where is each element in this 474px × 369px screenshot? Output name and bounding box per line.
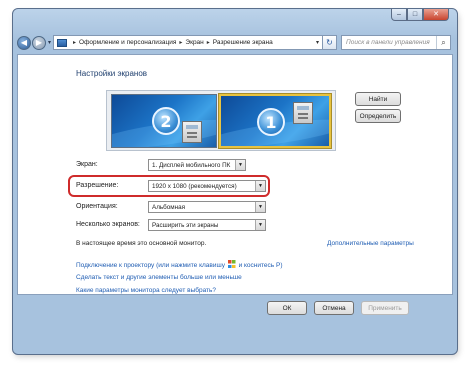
calculator-icon [182, 121, 202, 143]
cancel-button[interactable]: Отмена [314, 301, 354, 315]
display-arrangement: 2 1 [106, 90, 336, 151]
apply-button[interactable]: Применить [361, 301, 409, 315]
close-button[interactable]: ✕ [423, 9, 449, 21]
page-title: Настройки экранов [76, 69, 148, 78]
control-panel-window: – □ ✕ ◀ ▶ ▾ ▸ Оформление и персонализаци… [12, 8, 458, 355]
ok-button[interactable]: ОК [267, 301, 307, 315]
search-icon[interactable]: ⌕ [436, 36, 450, 49]
breadcrumb-separator[interactable]: ▸ [73, 39, 76, 46]
windows-key-icon [227, 260, 236, 268]
control-panel-icon [57, 38, 68, 47]
monitor-help-link[interactable]: Какие параметры монитора следует выбрать… [76, 287, 216, 294]
resolution-value: 1920 x 1080 (рекомендуется) [152, 182, 237, 190]
primary-monitor-note: В настоящее время это основной монитор. [76, 240, 207, 247]
display-select[interactable]: 1. Дисплей мобильного ПК ▼ [148, 159, 246, 171]
resolution-select[interactable]: 1920 x 1080 (рекомендуется) ▼ [148, 180, 266, 192]
find-button[interactable]: Найти [355, 92, 401, 106]
breadcrumb-appearance[interactable]: Оформление и персонализация [79, 39, 176, 46]
identify-button[interactable]: Определить [355, 109, 401, 123]
orientation-value: Альбомная [152, 203, 185, 211]
calculator-icon [293, 102, 313, 124]
minimize-button[interactable]: – [391, 9, 407, 21]
address-dropdown[interactable]: ▾ [313, 39, 322, 46]
multiple-displays-value: Расширить эти экраны [152, 221, 219, 229]
resolution-label: Разрешение: [76, 182, 119, 189]
orientation-select[interactable]: Альбомная ▼ [148, 201, 266, 213]
monitor-number-badge: 2 [152, 107, 180, 135]
monitor-number-badge: 1 [257, 108, 285, 136]
breadcrumb-resolution[interactable]: Разрешение экрана [213, 39, 273, 46]
search-placeholder: Поиск в панели управления [346, 39, 430, 46]
multiple-displays-label: Несколько экранов: [76, 221, 140, 228]
display-value: 1. Дисплей мобильного ПК [152, 161, 231, 169]
projector-link-text-end: и коснитесь P) [238, 262, 283, 269]
search-box[interactable]: Поиск в панели управления ⌕ [341, 35, 451, 50]
forward-button[interactable]: ▶ [32, 35, 46, 50]
address-bar[interactable]: ▸ Оформление и персонализация ▸ Экран ▸ … [53, 35, 323, 50]
text-size-link[interactable]: Сделать текст и другие элементы больше и… [76, 274, 242, 281]
main-content: Настройки экранов 2 1 Найти Определить Э… [17, 54, 453, 295]
dialog-footer: ОК Отмена Применить [17, 295, 453, 321]
refresh-icon[interactable]: ↻ [323, 35, 337, 50]
projector-link-text: Подключение к проектору (или нажмите кла… [76, 262, 225, 269]
orientation-label: Ориентация: [76, 203, 118, 210]
chevron-down-icon[interactable]: ▼ [255, 220, 265, 230]
recent-pages-dropdown[interactable]: ▾ [48, 39, 51, 46]
chevron-down-icon[interactable]: ▼ [255, 181, 265, 191]
chevron-down-icon[interactable]: ▼ [255, 202, 265, 212]
navigation-bar: ◀ ▶ ▾ ▸ Оформление и персонализация ▸ Эк… [17, 34, 451, 51]
breadcrumb-separator[interactable]: ▸ [207, 39, 210, 46]
breadcrumb-separator[interactable]: ▸ [179, 39, 182, 46]
multiple-displays-select[interactable]: Расширить эти экраны ▼ [148, 219, 266, 231]
back-button[interactable]: ◀ [17, 35, 31, 50]
display-label: Экран: [76, 161, 98, 168]
breadcrumb-display[interactable]: Экран [185, 39, 203, 46]
maximize-button[interactable]: □ [407, 9, 423, 21]
monitor-1[interactable]: 1 [219, 94, 331, 148]
advanced-settings-link[interactable]: Дополнительные параметры [327, 240, 414, 247]
projector-link[interactable]: Подключение к проектору (или нажмите кла… [76, 260, 282, 269]
caption-buttons: – □ ✕ [391, 9, 449, 21]
chevron-down-icon[interactable]: ▼ [235, 160, 245, 170]
monitor-2[interactable]: 2 [111, 94, 217, 148]
